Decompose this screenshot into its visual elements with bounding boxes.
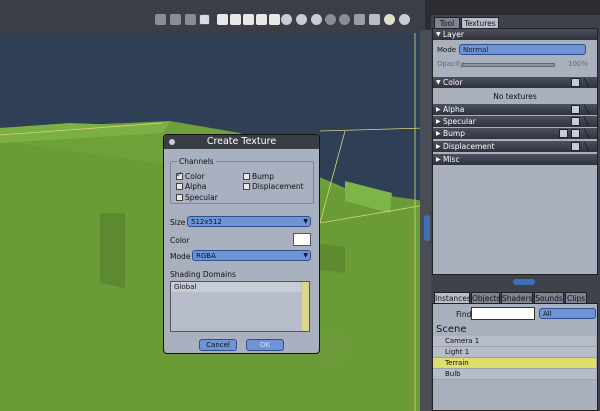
rotate-icon[interactable] [339, 14, 350, 25]
section-alpha[interactable]: ▶ Alpha ╲ [433, 104, 597, 115]
channels-label: Channels [177, 157, 216, 166]
tool-icon-4[interactable] [199, 14, 210, 25]
chevron-down-icon: ▼ [436, 79, 441, 86]
section-displacement-label: Displacement [443, 142, 495, 151]
mode-value: RGBA [196, 252, 216, 260]
layout-single-icon[interactable] [217, 14, 228, 25]
top-toolbar [0, 0, 425, 33]
layer-mode-select[interactable]: Normal [459, 44, 586, 55]
layout-grid-icon-2[interactable] [243, 14, 254, 25]
displacement-checkbox-label: Displacement [252, 182, 304, 191]
shield-icon-2[interactable] [296, 14, 307, 25]
cancel-button[interactable]: Cancel [199, 339, 237, 351]
no-textures-text: No textures [493, 92, 537, 101]
instance-row-terrain[interactable]: Terrain [433, 358, 596, 369]
scene-label: Scene [436, 324, 467, 335]
shield-icon-3[interactable] [311, 14, 322, 25]
chevron-down-icon: ▼ [303, 252, 308, 259]
close-icon[interactable] [169, 139, 175, 145]
instance-row-light[interactable]: Light 1 [433, 347, 596, 358]
alpha-checkbox[interactable] [176, 183, 183, 190]
specular-checkbox[interactable] [176, 194, 183, 201]
section-color-label: Color [443, 78, 463, 87]
cube-icon[interactable] [354, 14, 365, 25]
chevron-right-icon: ▶ [436, 118, 441, 125]
specular-checkbox-label: Specular [185, 193, 218, 202]
section-color[interactable]: ▼ Color ╲ [433, 77, 597, 88]
instance-row-bulb[interactable]: Bulb [433, 369, 596, 380]
chevron-right-icon: ▶ [436, 106, 441, 113]
chevron-down-icon: ▼ [303, 218, 308, 225]
layer-mode-value: Normal [463, 46, 489, 54]
find-input[interactable] [471, 307, 535, 320]
sphere-icon[interactable] [384, 14, 395, 25]
opacity-label: Opacity [437, 60, 464, 68]
section-specular-label: Specular [443, 117, 476, 126]
ok-button[interactable]: OK [246, 339, 284, 351]
brush-icon[interactable]: ╲ [584, 105, 593, 114]
brush-icon[interactable]: ╲ [584, 129, 593, 138]
layout-grid-icon-3[interactable] [256, 14, 267, 25]
add-texture-icon[interactable] [571, 117, 580, 126]
mode-label: Mode [170, 252, 191, 261]
section-misc-label: Misc [443, 155, 460, 164]
bump-checkbox[interactable] [243, 173, 250, 180]
chevron-right-icon: ▶ [436, 143, 441, 150]
add-texture-icon[interactable] [571, 78, 580, 87]
add-texture-icon[interactable] [571, 105, 580, 114]
dialog-title: Create Texture [164, 135, 319, 149]
add-texture-icon[interactable] [571, 129, 580, 138]
section-alpha-label: Alpha [443, 105, 465, 114]
filter-value: All [543, 310, 552, 318]
size-select[interactable]: 512x512 ▼ [187, 216, 311, 227]
brush-icon[interactable]: ╲ [584, 78, 593, 87]
cube-shaded-icon[interactable] [369, 14, 380, 25]
panel-divider-handle[interactable] [513, 279, 535, 285]
section-displacement[interactable]: ▶ Displacement ╲ [433, 141, 597, 152]
sphere-shaded-icon[interactable] [399, 14, 410, 25]
section-layer[interactable]: ▼ Layer [433, 29, 597, 40]
add-texture-icon[interactable] [571, 142, 580, 151]
shield-icon[interactable] [281, 14, 292, 25]
opacity-value: 100% [568, 60, 589, 68]
bump-checkbox-label: Bump [252, 172, 274, 181]
brush-icon[interactable]: ╲ [584, 117, 593, 126]
section-bump-label: Bump [443, 129, 465, 138]
size-value: 512x512 [191, 218, 222, 226]
layer-mode-label: Mode [437, 46, 457, 54]
filter-select[interactable]: All [539, 308, 596, 319]
tool-icon-1[interactable] [155, 14, 166, 25]
instance-row-camera[interactable]: Camera 1 [433, 336, 596, 347]
tool-icon-3[interactable] [185, 14, 196, 25]
color-swatch[interactable] [293, 233, 311, 246]
color-checkbox[interactable] [176, 170, 183, 180]
displacement-checkbox[interactable] [243, 183, 250, 190]
alpha-checkbox-label: Alpha [185, 182, 207, 191]
mode-select[interactable]: RGBA ▼ [192, 250, 311, 261]
brush-icon[interactable]: ╲ [584, 142, 593, 151]
add-texture-icon[interactable] [559, 129, 568, 138]
layout-grid-icon[interactable] [230, 14, 241, 25]
domain-item-global[interactable]: Global [171, 282, 301, 292]
chevron-right-icon: ▶ [436, 130, 441, 137]
chevron-right-icon: ▶ [436, 156, 441, 163]
color-checkbox-label: Color [185, 172, 205, 181]
splitter-handle[interactable] [424, 215, 430, 241]
domains-scrollbar[interactable] [302, 282, 309, 331]
section-misc[interactable]: ▶ Misc [433, 154, 597, 165]
section-specular[interactable]: ▶ Specular ╲ [433, 116, 597, 127]
tool-icon-2[interactable] [170, 14, 181, 25]
section-layer-label: Layer [443, 30, 464, 39]
size-label: Size [170, 218, 186, 227]
move-icon[interactable] [325, 14, 336, 25]
section-bump[interactable]: ▶ Bump ╲ [433, 128, 597, 139]
opacity-slider[interactable] [462, 63, 555, 67]
layout-grid-icon-4[interactable] [269, 14, 280, 25]
color-label: Color [170, 236, 190, 245]
chevron-down-icon: ▼ [436, 31, 441, 38]
shading-domains-label: Shading Domains [170, 270, 236, 279]
